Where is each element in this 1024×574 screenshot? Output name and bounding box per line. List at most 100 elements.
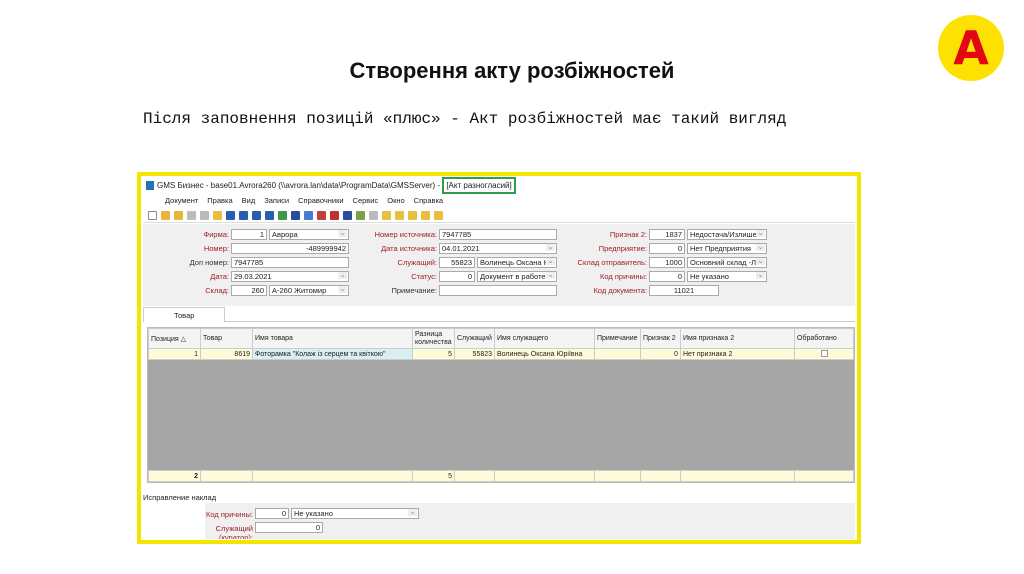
predpr-select[interactable]: Нет Предприятия — [687, 243, 767, 254]
folder-icon[interactable] — [174, 211, 183, 220]
bottom-kod-prich-code[interactable]: 0 — [255, 508, 289, 519]
col-note[interactable]: Примечание — [594, 328, 641, 349]
menu-bar: Документ Правка Вид Записи Справочники Сервис… — [143, 195, 855, 207]
report5-icon[interactable] — [434, 211, 443, 220]
table-row[interactable]: 1 8619 Фоторамка "Колаж із серцем та кві… — [148, 348, 854, 360]
firma-code[interactable]: 1 — [231, 229, 267, 240]
col-priznak2-name[interactable]: Имя признака 2 — [680, 328, 795, 349]
menu-records[interactable]: Записи — [264, 196, 289, 205]
status-code[interactable]: 0 — [439, 271, 475, 282]
sluzh-select[interactable]: Волинець Оксана Ю — [477, 257, 557, 268]
data-ist-label: Дата источника: — [381, 244, 437, 253]
nomer-label: Номер: — [203, 244, 229, 253]
cell-processed[interactable] — [794, 348, 854, 360]
cell-qty-diff: 5 — [412, 348, 455, 360]
preview-icon[interactable] — [187, 211, 196, 220]
kod-prich-code[interactable]: 0 — [649, 271, 685, 282]
data-ist-field[interactable]: 04.01.2021 — [439, 243, 557, 254]
save-icon[interactable] — [291, 211, 300, 220]
delete-icon[interactable] — [330, 211, 339, 220]
report3-icon[interactable] — [408, 211, 417, 220]
processed-checkbox[interactable] — [820, 349, 828, 357]
status-select[interactable]: Документ в работе — [477, 271, 557, 282]
report2-icon[interactable] — [395, 211, 404, 220]
col-priznak2[interactable]: Признак 2 — [640, 328, 681, 349]
footer-cell — [640, 470, 681, 482]
cancel-icon[interactable] — [317, 211, 326, 220]
tab-correction[interactable]: Исправление наклад — [143, 493, 216, 502]
col-tovar[interactable]: Товар — [200, 328, 253, 349]
correction-form: Код причины: 0 Не указано Служащий (кура… — [205, 503, 855, 539]
status-label: Статус: — [411, 272, 437, 281]
sklad-select[interactable]: А-260 Житомир — [269, 285, 349, 296]
filter-icon[interactable] — [356, 211, 365, 220]
data-field[interactable]: 29.03.2021 — [231, 271, 349, 282]
sluzh-code[interactable]: 55823 — [439, 257, 475, 268]
open-icon[interactable] — [161, 211, 170, 220]
app-window: GMS Бизнес - base01.Avrora260 (\\avrora.… — [143, 177, 855, 539]
refresh-icon[interactable] — [278, 211, 287, 220]
cell-tovar-name: Фоторамка "Колаж із серцем та квіткою" — [252, 348, 413, 360]
menu-edit[interactable]: Правка — [207, 196, 232, 205]
col-employee[interactable]: Служащий — [454, 328, 495, 349]
grid-header: Позиция △ Товар Имя товара Разница колич… — [148, 328, 854, 349]
items-grid: Позиция △ Товар Имя товара Разница колич… — [147, 327, 855, 483]
print-icon[interactable] — [200, 211, 209, 220]
footer-cell — [594, 470, 641, 482]
slide-description: Після заповнення позицій «плюс» - Акт ро… — [143, 110, 787, 128]
find-icon[interactable] — [343, 211, 352, 220]
new-icon[interactable] — [148, 211, 157, 220]
col-tovar-name[interactable]: Имя товара — [252, 328, 413, 349]
window-title: GMS Бизнес - base01.Avrora260 (\\avrora.… — [157, 181, 436, 190]
col-qty-diff[interactable]: Разница количества — [412, 328, 455, 349]
next-icon[interactable] — [252, 211, 261, 220]
bottom-kod-prich-label: Код причины: — [206, 510, 253, 519]
undo-icon[interactable] — [304, 211, 313, 220]
menu-help[interactable]: Справка — [414, 196, 443, 205]
kod-prich-label: Код причины: — [600, 272, 647, 281]
footer-cell — [200, 470, 253, 482]
prim-field[interactable] — [439, 285, 557, 296]
bottom-kod-prich-select[interactable]: Не указано — [291, 508, 419, 519]
footer-cell — [494, 470, 595, 482]
kurator-field[interactable]: 0 — [255, 522, 323, 533]
menu-window[interactable]: Окно — [387, 196, 404, 205]
footer-cell — [454, 470, 495, 482]
priznak2-select[interactable]: Недостача/Излишек — [687, 229, 767, 240]
nomer-ist-field[interactable]: 7947785 — [439, 229, 557, 240]
first-icon[interactable] — [226, 211, 235, 220]
last-icon[interactable] — [265, 211, 274, 220]
sklad-code[interactable]: 260 — [231, 285, 267, 296]
report4-icon[interactable] — [421, 211, 430, 220]
kod-prich-select[interactable]: Не указано — [687, 271, 767, 282]
predpr-code[interactable]: 0 — [649, 243, 685, 254]
cell-priznak2: 0 — [640, 348, 681, 360]
footer-count: 2 — [148, 470, 201, 482]
prev-icon[interactable] — [239, 211, 248, 220]
footer-cell — [794, 470, 854, 482]
clear-filter-icon[interactable] — [369, 211, 378, 220]
menu-view[interactable]: Вид — [242, 196, 256, 205]
document-form: Фирма: 1 Аврора Номер: -489999942 Доп но… — [143, 224, 855, 306]
insert-icon[interactable] — [213, 211, 222, 220]
window-title-highlight: [Акт разногласий] — [442, 177, 516, 194]
report-icon[interactable] — [382, 211, 391, 220]
nomer-ist-label: Номер источника: — [374, 230, 437, 239]
col-employee-name[interactable]: Имя служащего — [494, 328, 595, 349]
predpr-label: Предприятие: — [598, 244, 647, 253]
tab-tovar[interactable]: Товар — [143, 307, 225, 322]
cell-note — [594, 348, 641, 360]
priznak2-code[interactable]: 1837 — [649, 229, 685, 240]
dop-nomer-label: Доп номер: — [189, 258, 229, 267]
menu-references[interactable]: Справочники — [298, 196, 343, 205]
menu-service[interactable]: Сервис — [353, 196, 379, 205]
sklad-otpr-select[interactable]: Основний склад -Л — [687, 257, 767, 268]
menu-document[interactable]: Документ — [165, 196, 198, 205]
col-position[interactable]: Позиция △ — [148, 328, 201, 349]
sklad-otpr-code[interactable]: 1000 — [649, 257, 685, 268]
firma-select[interactable]: Аврора — [269, 229, 349, 240]
col-processed[interactable]: Обработано — [794, 328, 854, 349]
firma-label: Фирма: — [203, 230, 229, 239]
dop-nomer-field[interactable]: 7947785 — [231, 257, 349, 268]
nomer-field[interactable]: -489999942 — [231, 243, 349, 254]
